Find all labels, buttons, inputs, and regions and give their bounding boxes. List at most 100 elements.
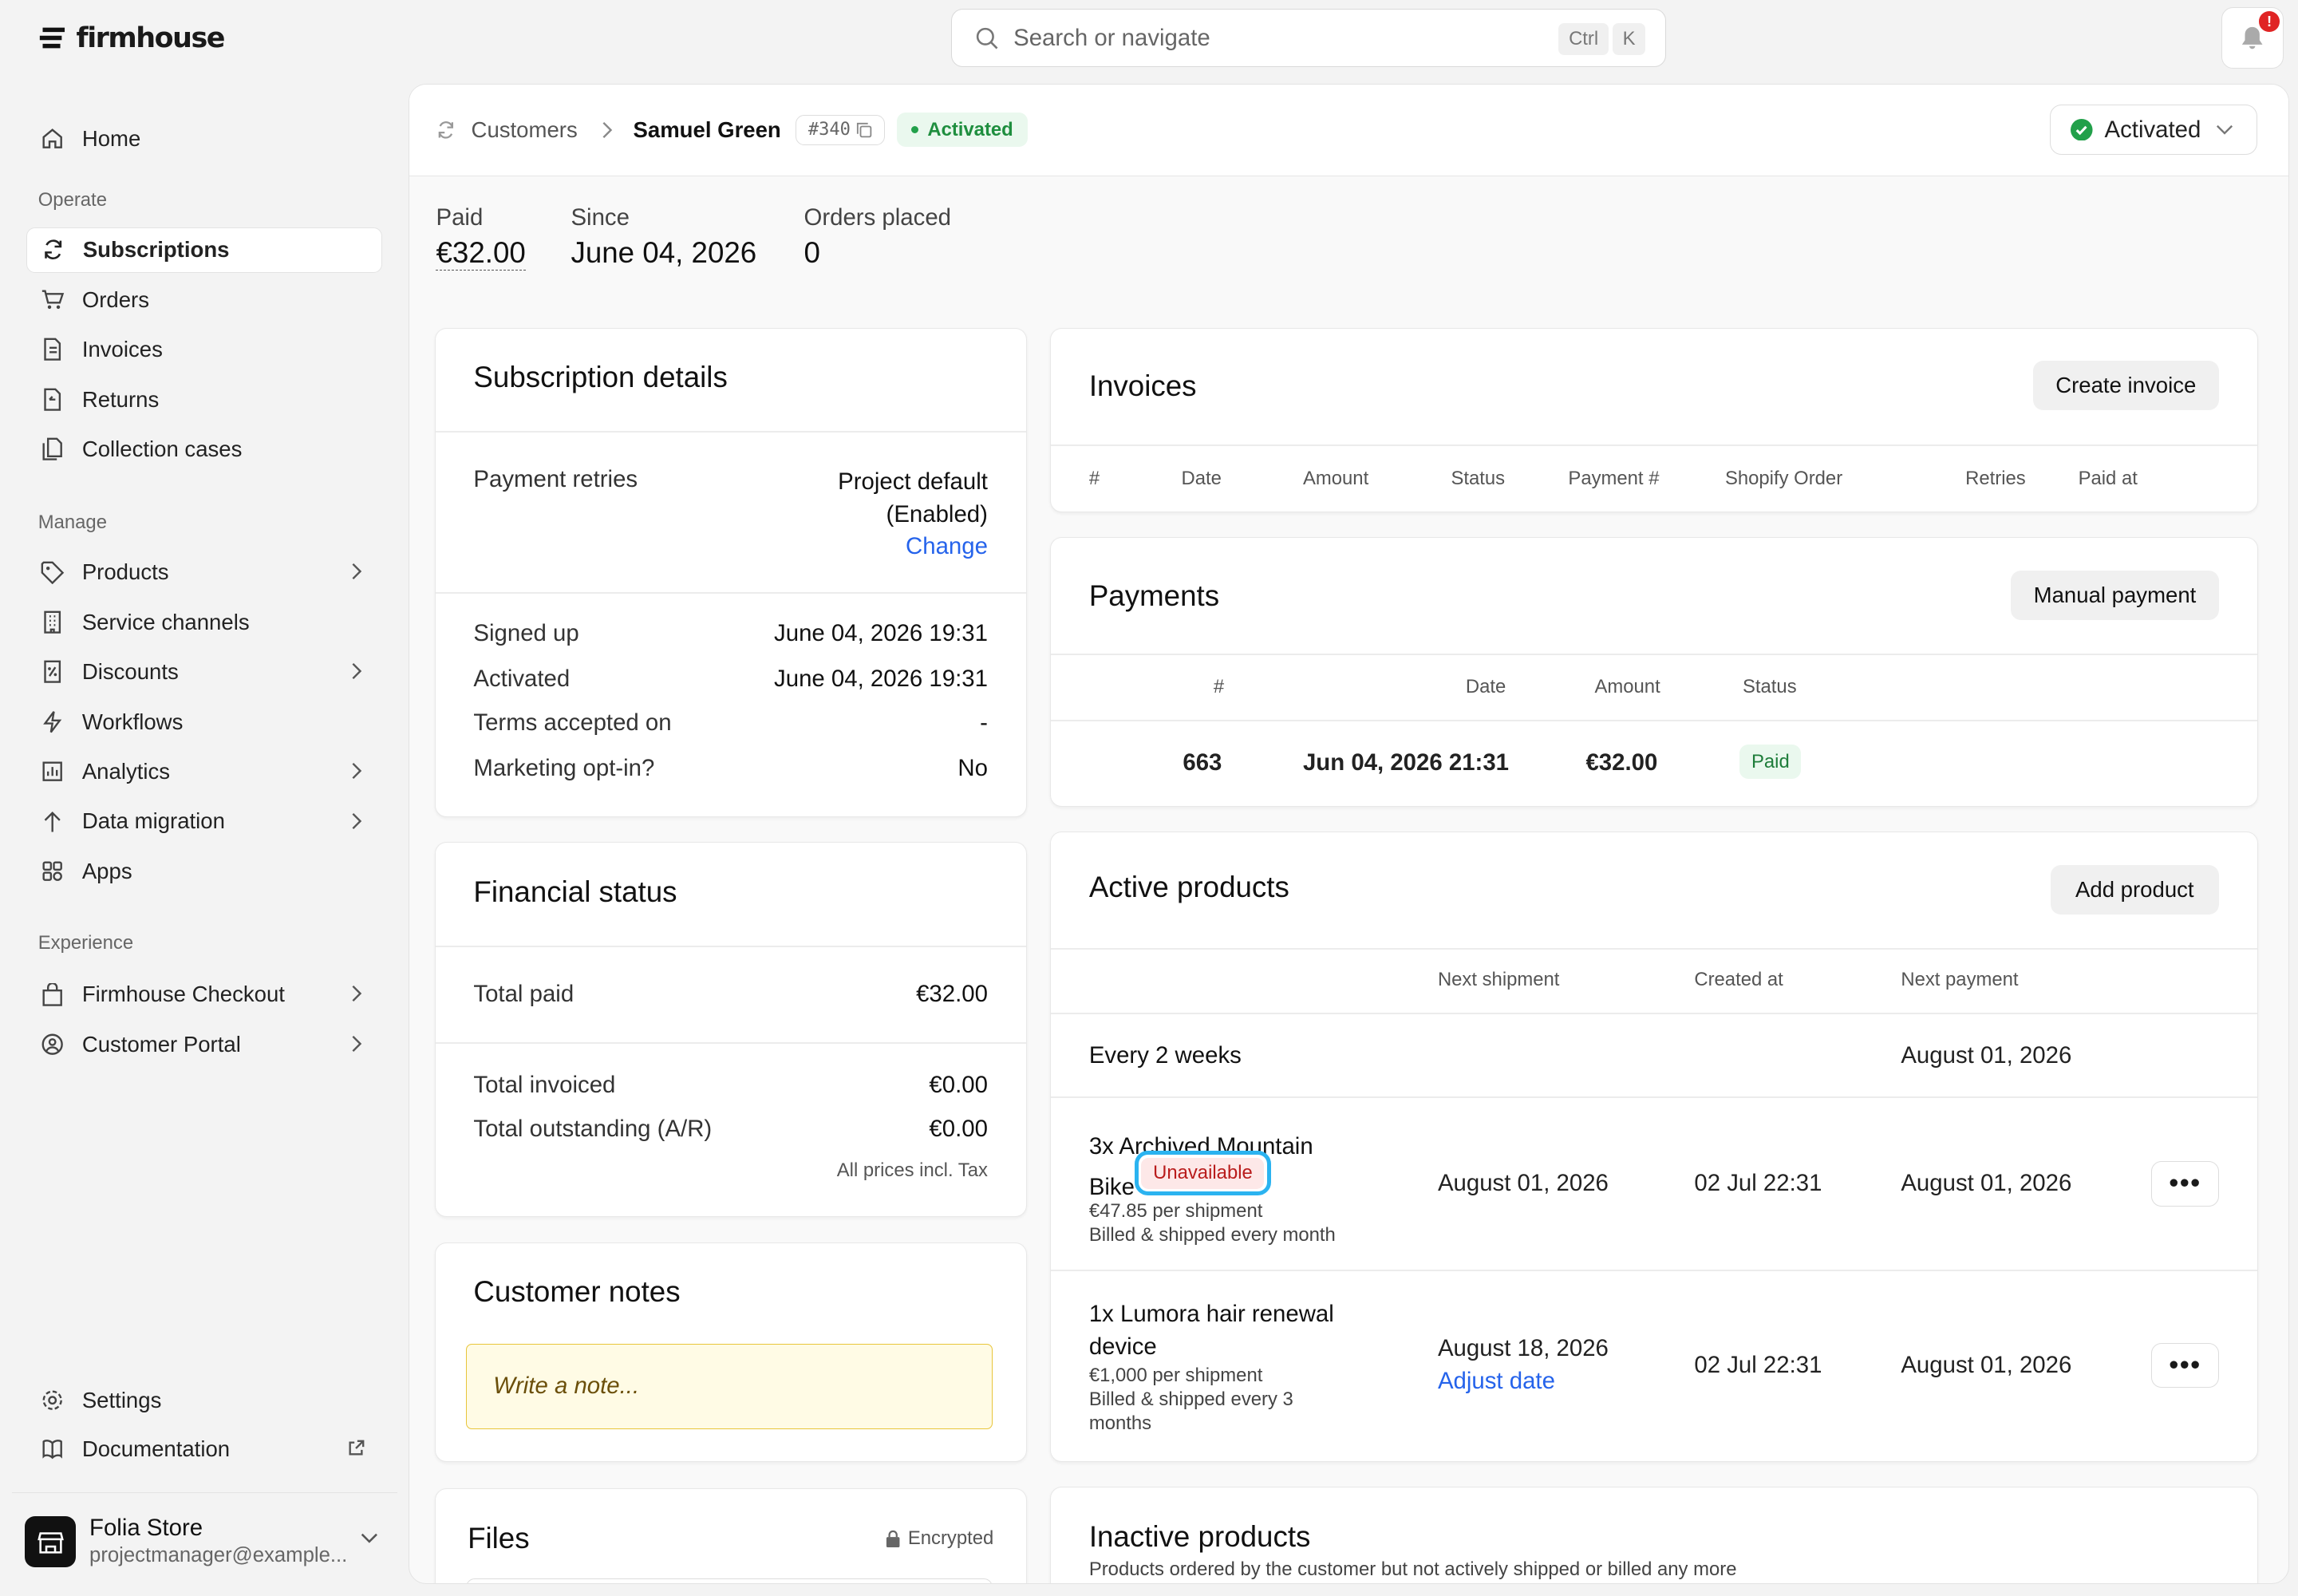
sidebar-item-label: Orders — [81, 286, 149, 312]
sidebar-item-firmhouse-checkout[interactable]: Firmhouse Checkout — [26, 972, 382, 1017]
customer-id-badge[interactable]: #340 — [796, 114, 886, 145]
payment-id: 663 — [1183, 749, 1222, 776]
copy-icon — [857, 122, 872, 137]
store-switcher[interactable]: Folia Store projectmanager@example... — [11, 1491, 397, 1583]
sidebar-item-label: Service channels — [81, 609, 250, 634]
column-header: Status — [1742, 675, 1797, 697]
row-label: Total invoiced — [473, 1071, 616, 1098]
invoices-card: Invoices Create invoice # Date Amount St… — [1050, 327, 2258, 512]
billing-line: Billed & shipped every 3 — [1088, 1389, 1293, 1411]
refresh-icon — [439, 120, 454, 139]
files-upload-area[interactable] — [466, 1578, 993, 1584]
detail-row: Marketing opt-in? No — [473, 755, 988, 782]
sidebar-item-apps[interactable]: Apps — [26, 848, 382, 894]
shortcut-k-key: K — [1613, 22, 1645, 55]
cart-icon — [41, 288, 65, 311]
breadcrumb-customers-link[interactable]: Customers — [472, 117, 578, 143]
encrypted-label: Encrypted — [886, 1527, 993, 1550]
sidebar-item-data-migration[interactable]: Data migration — [26, 799, 382, 844]
sidebar-item-collection-cases[interactable]: Collection cases — [26, 426, 382, 472]
lock-icon — [886, 1530, 900, 1547]
ellipsis-icon: ••• — [2169, 1350, 2201, 1381]
user-circle-icon — [41, 1033, 64, 1056]
sidebar-item-settings[interactable]: Settings — [26, 1377, 382, 1423]
stat-value[interactable]: €32.00 — [436, 236, 526, 271]
apps-grid-icon — [41, 859, 64, 883]
notifications-button[interactable]: ! — [2221, 7, 2284, 69]
building-icon — [41, 610, 64, 634]
row-value: No — [958, 755, 988, 782]
sidebar-item-returns[interactable]: Returns — [26, 377, 382, 422]
row-value: €0.00 — [929, 1115, 988, 1142]
sidebar-item-subscriptions[interactable]: Subscriptions — [26, 227, 383, 273]
row-label: Activated — [473, 666, 571, 693]
next-shipment: August 01, 2026 — [1437, 1169, 1609, 1196]
manual-payment-button[interactable]: Manual payment — [2011, 570, 2219, 621]
add-product-button[interactable]: Add product — [2050, 864, 2219, 915]
sidebar-item-label: Data migration — [81, 808, 225, 834]
note-input[interactable]: Write a note... — [466, 1344, 993, 1429]
sidebar-item-invoices[interactable]: Invoices — [26, 327, 382, 373]
more-actions-button[interactable]: ••• — [2151, 1160, 2219, 1207]
payment-amount: €32.00 — [1585, 749, 1658, 776]
sidebar-item-home[interactable]: Home — [26, 116, 382, 161]
sidebar-item-orders[interactable]: Orders — [26, 277, 382, 322]
row-label: Terms accepted on — [473, 709, 672, 737]
stat-value: 0 — [804, 235, 820, 269]
status-badge: Activated — [896, 113, 1029, 147]
chevron-right-icon — [352, 812, 362, 829]
ellipsis-icon: ••• — [2169, 1168, 2201, 1199]
frequency-group-label: Every 2 weeks — [1088, 1042, 1242, 1069]
column-header: Date — [1465, 675, 1506, 697]
row-label: Signed up — [473, 620, 579, 647]
store-avatar — [25, 1516, 77, 1568]
storefront-icon — [38, 1531, 64, 1554]
brand-name: firmhouse — [76, 22, 225, 54]
stat-orders-placed: Orders placed 0 — [804, 204, 952, 270]
column-header: Date — [1181, 468, 1222, 490]
more-actions-button[interactable]: ••• — [2151, 1342, 2219, 1389]
status-dropdown[interactable]: Activated — [2049, 105, 2258, 155]
card-subtitle: Products ordered by the customer but not… — [1088, 1558, 1737, 1580]
sidebar-item-analytics[interactable]: Analytics — [26, 749, 382, 795]
created-at: 02 Jul 22:31 — [1694, 1351, 1822, 1378]
card-title: Financial status — [473, 875, 677, 908]
sidebar-item-label: Workflows — [81, 709, 184, 734]
sidebar-item-customer-portal[interactable]: Customer Portal — [26, 1021, 382, 1067]
detail-row: Signed up June 04, 2026 19:31 — [473, 620, 988, 647]
chevron-right-icon — [602, 121, 613, 138]
retries-value: Project default — [838, 468, 988, 496]
product-billing: Billed & shipped every month — [1088, 1223, 1336, 1246]
stat-label: Paid — [436, 204, 484, 231]
notification-badge: ! — [2259, 10, 2280, 32]
brand-logo[interactable]: firmhouse — [38, 22, 225, 54]
sidebar-item-label: Settings — [81, 1387, 162, 1412]
sidebar-item-label: Documentation — [81, 1436, 231, 1461]
column-header: Created at — [1694, 969, 1783, 991]
bell-icon — [2242, 26, 2263, 49]
nav-section-operate: Operate — [38, 188, 107, 211]
create-invoice-button[interactable]: Create invoice — [2032, 360, 2219, 411]
sidebar-item-label: Collection cases — [81, 436, 243, 461]
sidebar-item-discounts[interactable]: Discounts — [26, 650, 382, 695]
sidebar-item-products[interactable]: Products — [26, 550, 382, 595]
sidebar-item-documentation[interactable]: Documentation — [26, 1426, 382, 1472]
next-payment: August 01, 2026 — [1901, 1169, 2072, 1196]
column-header: Next payment — [1901, 969, 2019, 991]
product-billing: Billed & shipped every 3 months — [1089, 1388, 1293, 1435]
column-header: Amount — [1302, 468, 1369, 490]
adjust-date-link[interactable]: Adjust date — [1438, 1368, 1555, 1395]
chevron-right-icon — [352, 1035, 362, 1052]
search-input[interactable]: Search or navigate Ctrl K — [951, 9, 1667, 68]
change-retries-link[interactable]: Change — [906, 533, 988, 559]
encrypted-text: Encrypted — [907, 1527, 994, 1549]
inactive-products-card: Inactive products Products ordered by th… — [1050, 1487, 2258, 1584]
sidebar-item-service-channels[interactable]: Service channels — [26, 599, 382, 645]
sidebar-item-workflows[interactable]: Workflows — [26, 699, 382, 745]
files-card: Files Encrypted — [434, 1488, 1027, 1584]
nav-section-experience: Experience — [38, 932, 134, 954]
external-link-icon — [349, 1440, 365, 1456]
sidebar-item-label: Home — [81, 125, 141, 151]
unavailable-badge-highlight: Unavailable — [1134, 1150, 1272, 1196]
payment-status-badge: Paid — [1739, 745, 1802, 779]
